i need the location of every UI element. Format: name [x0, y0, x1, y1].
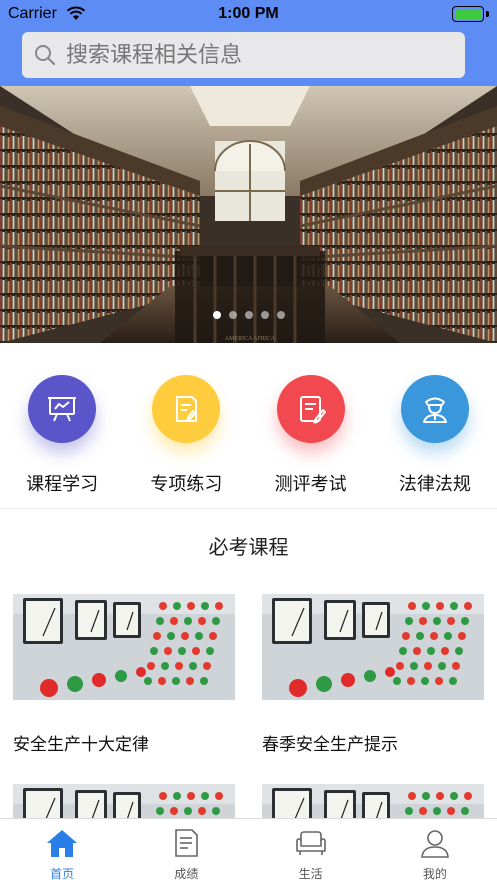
- carousel-dot[interactable]: [276, 311, 285, 319]
- sofa-icon: [294, 827, 328, 859]
- category-label: 法律法规: [398, 474, 471, 495]
- tab-label: 成绩: [174, 867, 199, 881]
- battery-icon: [452, 6, 484, 22]
- course-title: 安全生产十大定律: [13, 735, 149, 755]
- banner-engraving: AMERICA AFRICA: [225, 336, 276, 342]
- course-card[interactable]: 安全生产十大定律: [13, 594, 235, 755]
- battery-cap: [486, 11, 489, 17]
- category-course-study[interactable]: 课程学习: [0, 343, 124, 508]
- search-icon: [34, 44, 56, 66]
- tab-label: 首页: [50, 867, 75, 881]
- category-special-practice[interactable]: 专项练习: [124, 343, 248, 508]
- carousel-dot[interactable]: [244, 311, 253, 319]
- course-thumbnail: [262, 594, 484, 700]
- document-icon: [172, 827, 200, 859]
- carousel-dots: [0, 311, 497, 319]
- tab-label: 我的: [422, 867, 447, 881]
- edit-document-icon: [152, 375, 221, 443]
- tab-mine[interactable]: 我的: [373, 819, 497, 883]
- header: Carrier 1:00 PM: [0, 0, 497, 86]
- carousel-dot[interactable]: [212, 311, 221, 319]
- presentation-board-icon: [28, 375, 97, 443]
- tab-label: 生活: [298, 867, 323, 881]
- banner-carousel[interactable]: AMERICA AFRICA: [0, 86, 497, 343]
- tab-life[interactable]: 生活: [249, 819, 373, 883]
- status-bar: Carrier 1:00 PM: [0, 0, 497, 28]
- carousel-dot[interactable]: [228, 311, 237, 319]
- section-title: 必考课程: [208, 535, 289, 559]
- clock: 1:00 PM: [218, 5, 279, 22]
- category-menu: 课程学习 专项练习 测评考试 法律法规: [0, 343, 497, 508]
- category-label: 专项练习: [150, 474, 223, 495]
- course-card[interactable]: 春季安全生产提示: [262, 594, 484, 755]
- tab-home[interactable]: 首页: [0, 819, 124, 883]
- home-icon: [46, 827, 78, 859]
- course-title: 春季安全生产提示: [262, 735, 398, 755]
- user-icon: [420, 827, 450, 859]
- section-divider: [0, 508, 497, 509]
- exam-pencil-icon: [276, 375, 345, 443]
- tab-bar: 首页 成绩 生活 我的: [0, 818, 497, 883]
- carousel-dot[interactable]: [260, 311, 269, 319]
- category-assessment-exam[interactable]: 测评考试: [249, 343, 373, 508]
- category-label: 课程学习: [26, 474, 99, 495]
- search-input[interactable]: [66, 42, 446, 68]
- tab-scores[interactable]: 成绩: [124, 819, 248, 883]
- police-officer-icon: [400, 375, 469, 443]
- search-bar[interactable]: [22, 32, 465, 78]
- course-thumbnail: [13, 594, 235, 700]
- banner-image: AMERICA AFRICA: [0, 86, 497, 343]
- category-label: 测评考试: [274, 474, 347, 495]
- category-laws-regulations[interactable]: 法律法规: [373, 343, 497, 508]
